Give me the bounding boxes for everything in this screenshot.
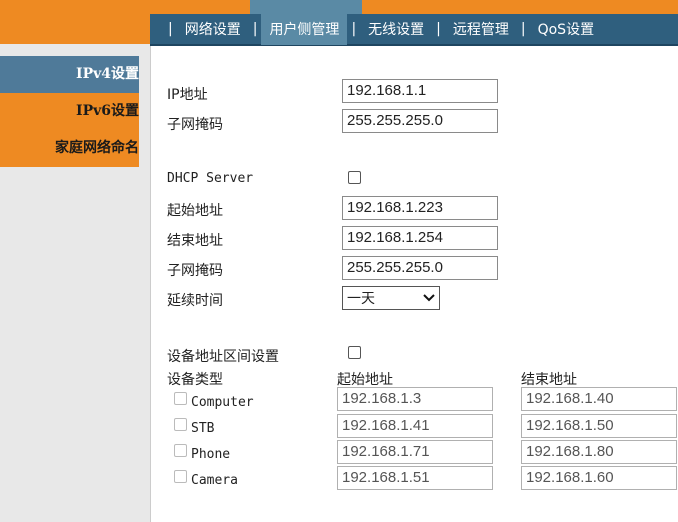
dhcp-mask-input[interactable]: 255.255.255.0 [342, 256, 498, 280]
tab-qos-settings[interactable]: QoS设置 [538, 19, 594, 39]
device-type-stb: STB [191, 421, 215, 436]
device-type-camera: Camera [191, 473, 238, 488]
tab-network-settings[interactable]: 网络设置 [185, 19, 241, 39]
subnet-mask-input[interactable]: 255.255.255.0 [342, 109, 498, 133]
sidebar-item-home-network-naming[interactable]: 家庭网络命名 [0, 130, 139, 167]
range-end-phone[interactable]: 192.168.1.80 [521, 440, 677, 464]
main-content: IP地址 192.168.1.1 子网掩码 255.255.255.0 DHCP… [150, 46, 678, 522]
dhcp-start-input[interactable]: 192.168.1.223 [342, 196, 498, 220]
device-checkbox-camera[interactable] [174, 470, 187, 483]
tab-user-side-management[interactable]: 用户侧管理 [261, 13, 348, 45]
dhcp-end-input[interactable]: 192.168.1.254 [342, 226, 498, 250]
lease-time-select[interactable]: 一天 [342, 286, 440, 310]
device-range-checkbox[interactable] [348, 346, 361, 359]
dhcp-server-checkbox[interactable] [348, 171, 361, 184]
range-end-header: 结束地址 [521, 372, 577, 388]
range-end-stb[interactable]: 192.168.1.50 [521, 414, 677, 438]
range-start-camera[interactable]: 192.168.1.51 [337, 466, 493, 490]
subnet-mask-label: 子网掩码 [167, 117, 223, 133]
device-checkbox-computer[interactable] [174, 392, 187, 405]
device-type-phone: Phone [191, 447, 231, 462]
range-start-stb[interactable]: 192.168.1.41 [337, 414, 493, 438]
ip-address-label: IP地址 [167, 87, 208, 103]
dhcp-start-label: 起始地址 [167, 203, 223, 219]
dhcp-end-label: 结束地址 [167, 233, 223, 249]
tab-wireless-settings[interactable]: 无线设置 [368, 19, 424, 39]
range-start-phone[interactable]: 192.168.1.71 [337, 440, 493, 464]
active-tab-notch [250, 0, 362, 14]
top-nav: | 网络设置 | 用户侧管理 | 无线设置 | 远程管理 | QoS设置 [150, 13, 678, 46]
sidebar-item-ipv4[interactable]: IPv4设置 [0, 56, 139, 93]
device-type-computer: Computer [191, 395, 254, 410]
range-start-header: 起始地址 [337, 372, 393, 388]
range-start-computer[interactable]: 192.168.1.3 [337, 387, 493, 411]
tab-remote-management[interactable]: 远程管理 [453, 19, 509, 39]
header-orange-right [150, 0, 678, 14]
ip-address-input[interactable]: 192.168.1.1 [342, 79, 498, 103]
header-orange-left [0, 0, 150, 44]
chevron-down-icon [423, 290, 435, 306]
dhcp-server-label: DHCP Server [167, 171, 254, 186]
device-range-label: 设备地址区间设置 [167, 349, 279, 365]
device-checkbox-stb[interactable] [174, 418, 187, 431]
device-type-header: 设备类型 [167, 372, 223, 388]
dhcp-mask-label: 子网掩码 [167, 263, 223, 279]
lease-time-label: 延续时间 [167, 293, 223, 309]
lease-time-value: 一天 [347, 291, 375, 307]
sidebar-item-ipv6[interactable]: IPv6设置 [0, 93, 139, 130]
range-end-computer[interactable]: 192.168.1.40 [521, 387, 677, 411]
sidebar: IPv4设置 IPv6设置 家庭网络命名 [0, 44, 150, 522]
device-checkbox-phone[interactable] [174, 444, 187, 457]
range-end-camera[interactable]: 192.168.1.60 [521, 466, 677, 490]
